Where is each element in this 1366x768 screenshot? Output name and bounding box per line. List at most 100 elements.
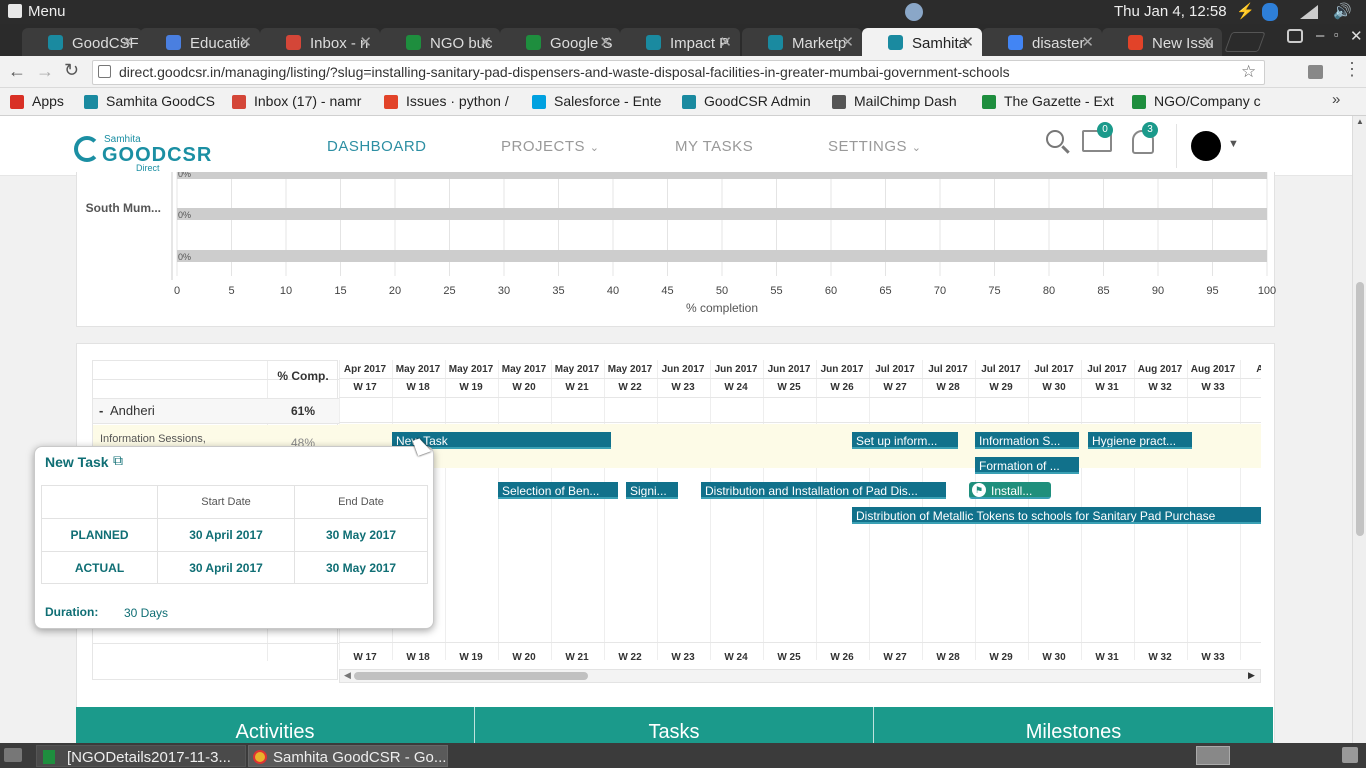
bookmark-item[interactable]: Apps	[10, 93, 76, 109]
reload-icon[interactable]: ↻	[64, 60, 79, 81]
close-tab-icon[interactable]: ✕	[479, 33, 492, 51]
nav-projects-label: PROJECTS	[501, 138, 586, 155]
gantt-horizontal-scrollbar[interactable]: ◀ ▶	[339, 669, 1261, 683]
maximize-icon[interactable]: ▫	[1334, 27, 1339, 42]
task-bar[interactable]: Formation of ...	[975, 457, 1079, 474]
taskbar-item-browser[interactable]: Samhita GoodCSR - Go...	[248, 745, 448, 767]
menu-icon[interactable]	[8, 4, 22, 18]
page-vertical-scrollbar[interactable]: ▲	[1352, 116, 1366, 743]
system-menu[interactable]: Menu	[28, 3, 66, 20]
popup-title[interactable]: New Task	[45, 454, 109, 470]
scroll-left-icon[interactable]: ◀	[344, 670, 351, 681]
bookmark-favicon-icon	[84, 95, 98, 109]
new-tab-button[interactable]	[1224, 32, 1266, 52]
taskbar-item-spreadsheet[interactable]: [NGODetails2017-11-3...	[36, 745, 246, 767]
address-field[interactable]: direct.goodcsr.in/managing/listing/?slug…	[92, 60, 1265, 85]
tab-activities[interactable]: Activities	[76, 721, 474, 743]
task-bar[interactable]: Set up inform...	[852, 432, 958, 449]
task-bar[interactable]: Signi...	[626, 482, 678, 499]
notification-count-badge: 3	[1142, 122, 1158, 138]
forward-icon[interactable]: →	[36, 61, 54, 82]
scroll-up-icon[interactable]: ▲	[1356, 117, 1364, 126]
close-tab-icon[interactable]: ✕	[1201, 33, 1214, 51]
browser-menu-icon[interactable]: ⋮	[1343, 59, 1361, 80]
close-tab-icon[interactable]: ✕	[719, 33, 732, 51]
browser-tab[interactable]: Marketp ✕	[742, 28, 862, 56]
bookmark-item[interactable]: The Gazette - Ext	[982, 93, 1122, 109]
bookmark-item[interactable]: NGO/Company c	[1132, 93, 1272, 109]
close-window-icon[interactable]: ✕	[1350, 27, 1363, 45]
task-bar[interactable]: Hygiene pract...	[1088, 432, 1192, 449]
close-tab-icon[interactable]: ✕	[599, 33, 612, 51]
task-bar[interactable]: Information S...	[975, 432, 1079, 449]
browser-tab[interactable]: Impact P ✕	[620, 28, 740, 56]
tab-label: Samhita	[912, 35, 968, 52]
url-text[interactable]: direct.goodcsr.in/managing/listing/?slug…	[119, 64, 1010, 80]
bookmark-star-icon[interactable]: ☆	[1241, 62, 1256, 82]
globe-icon[interactable]	[905, 3, 923, 21]
bookmark-item[interactable]: GoodCSR Admin	[682, 93, 822, 109]
scroll-right-icon[interactable]: ▶	[1248, 670, 1255, 681]
task-bar[interactable]: Distribution of Metallic Tokens to schoo…	[852, 507, 1261, 524]
nav-my-tasks[interactable]: MY TASKS	[675, 138, 753, 155]
bookmark-favicon-icon	[384, 95, 398, 109]
task-bar[interactable]: Distribution and Installation of Pad Dis…	[701, 482, 946, 499]
extension-icon[interactable]	[1308, 65, 1323, 79]
search-icon-handle	[1061, 145, 1070, 154]
show-desktop-icon[interactable]	[4, 748, 22, 762]
bluetooth-icon[interactable]	[1262, 3, 1278, 21]
browser-tab[interactable]: NGO buc ✕	[380, 28, 500, 56]
bookmark-item[interactable]: Samhita GoodCS	[84, 93, 224, 109]
goodcsr-logo[interactable]: Samhita GOODCSR Direct	[74, 134, 211, 173]
x-tick-label: 15	[334, 285, 346, 297]
close-tab-icon[interactable]: ✕	[961, 33, 974, 51]
browser-tab[interactable]: Samhita ✕	[862, 28, 982, 56]
browser-tab[interactable]: New Issu ✕	[1102, 28, 1222, 56]
external-link-icon[interactable]: ⧉	[113, 452, 123, 469]
signal-icon[interactable]	[1300, 5, 1318, 19]
x-tick-label: 35	[552, 285, 564, 297]
close-tab-icon[interactable]: ✕	[359, 33, 372, 51]
browser-tab[interactable]: disaster ✕	[982, 28, 1102, 56]
task-bar-label: Signi...	[630, 484, 667, 498]
close-tab-icon[interactable]: ✕	[1081, 33, 1094, 51]
page-scrollbar-thumb[interactable]	[1356, 282, 1364, 536]
chrome-icon	[253, 750, 267, 764]
milestone-bar[interactable]: ⚑ Install...	[969, 482, 1051, 499]
bookmark-item[interactable]: MailChimp Dash	[832, 93, 972, 109]
search-icon[interactable]	[1046, 130, 1064, 148]
volume-icon[interactable]: 🔊	[1333, 2, 1352, 20]
system-clock[interactable]: Thu Jan 4, 12:58	[1114, 3, 1227, 20]
tab-label: disaster	[1032, 35, 1085, 52]
task-bar[interactable]: Selection of Ben...	[498, 482, 618, 499]
browser-tab[interactable]: Educatio ✕	[140, 28, 260, 56]
avatar-dropdown-icon[interactable]: ▼	[1228, 138, 1239, 150]
tab-milestones[interactable]: Milestones	[874, 721, 1273, 743]
group-row[interactable]: - Andheri 61%	[93, 398, 339, 424]
close-tab-icon[interactable]: ✕	[121, 33, 134, 51]
row-divider	[93, 643, 339, 644]
browser-tab[interactable]: Inbox - n ✕	[260, 28, 380, 56]
workspace-switcher[interactable]	[1196, 746, 1230, 765]
nav-settings[interactable]: SETTINGS ⌄	[828, 138, 921, 155]
browser-tab[interactable]: GoodCSF ✕	[22, 28, 142, 56]
profile-icon[interactable]	[1287, 29, 1303, 43]
trash-icon[interactable]	[1342, 747, 1358, 763]
close-tab-icon[interactable]: ✕	[841, 33, 854, 51]
close-tab-icon[interactable]: ✕	[239, 33, 252, 51]
network-icon[interactable]: ⚡	[1236, 2, 1255, 20]
minimize-icon[interactable]: –	[1316, 27, 1324, 44]
nav-projects[interactable]: PROJECTS ⌄	[501, 138, 599, 155]
page-info-icon[interactable]	[98, 65, 111, 78]
nav-dashboard[interactable]: DASHBOARD	[327, 138, 427, 155]
bookmark-item[interactable]: Inbox (17) - namr	[232, 93, 374, 109]
group-toggle[interactable]: -	[99, 403, 103, 418]
bookmark-item[interactable]: Salesforce - Ente	[532, 93, 672, 109]
tab-tasks[interactable]: Tasks	[475, 721, 873, 743]
back-icon[interactable]: ←	[8, 61, 26, 82]
avatar[interactable]	[1191, 131, 1221, 161]
more-bookmarks-icon[interactable]: »	[1332, 91, 1340, 108]
bookmark-item[interactable]: Issues · python /	[384, 93, 522, 109]
browser-tab[interactable]: Google S ✕	[500, 28, 620, 56]
scrollbar-thumb[interactable]	[354, 672, 588, 680]
